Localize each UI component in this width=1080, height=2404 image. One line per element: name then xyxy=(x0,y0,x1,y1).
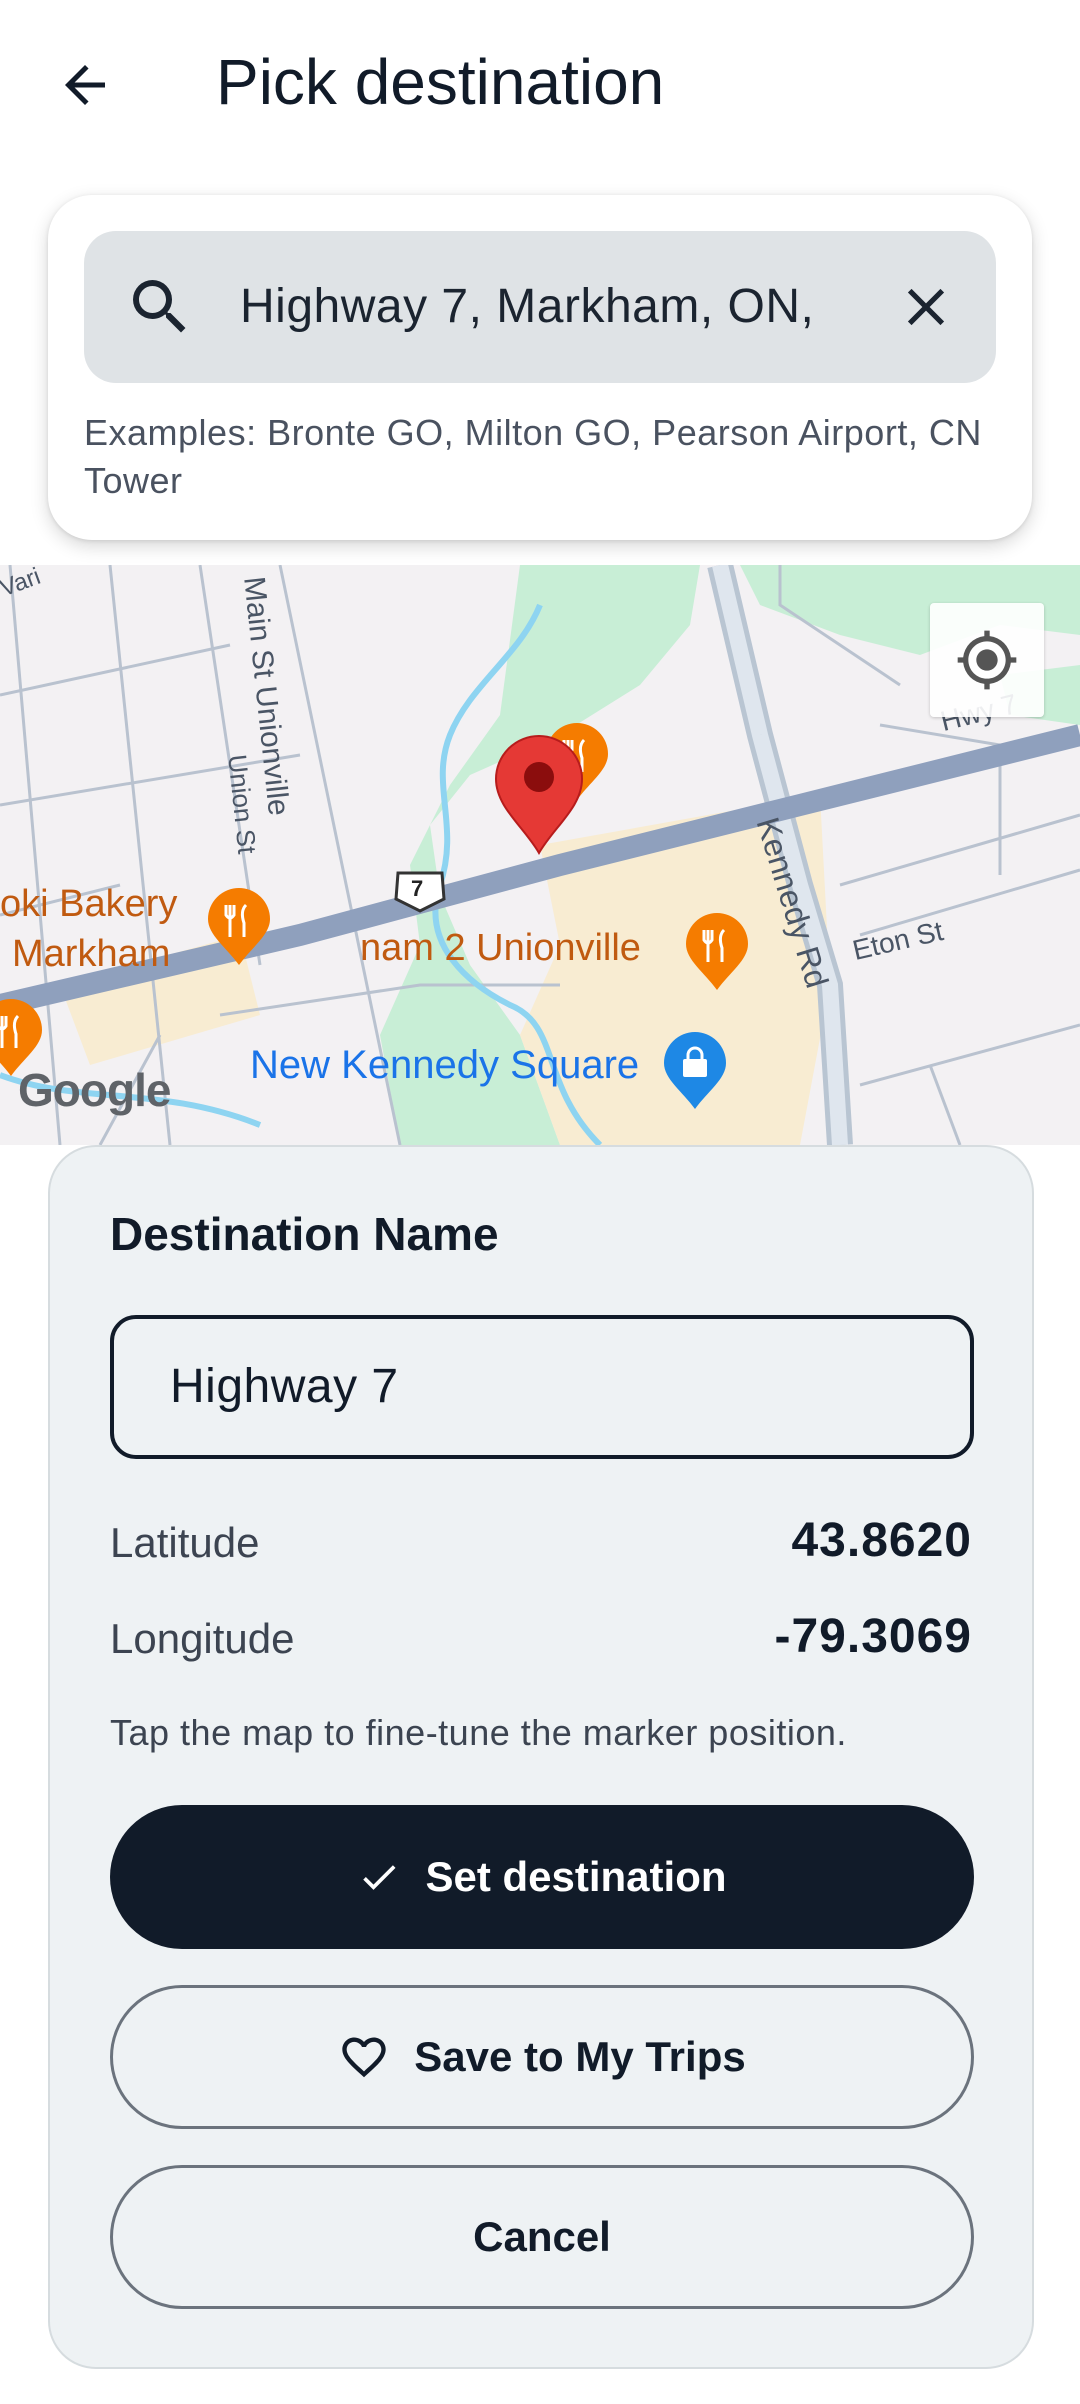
set-destination-button[interactable]: Set destination xyxy=(110,1805,974,1949)
latitude-value: 43.8620 xyxy=(791,1514,972,1567)
arrow-back-icon xyxy=(65,65,105,105)
cancel-label: Cancel xyxy=(473,2213,611,2260)
map-pin-icon[interactable] xyxy=(494,735,584,855)
marker-hint: Tap the map to fine-tune the marker posi… xyxy=(110,1712,847,1753)
search-icon xyxy=(133,280,186,333)
page-title: Pick destination xyxy=(216,46,665,118)
my-location-icon xyxy=(957,630,1017,690)
shopping-label: New Kennedy Square xyxy=(250,1043,640,1087)
heart-icon xyxy=(338,2031,390,2083)
bakery-label: oki Bakery xyxy=(0,883,178,925)
restaurant-label: nam 2 Unionville xyxy=(360,927,641,969)
cancel-button[interactable]: Cancel xyxy=(110,2165,974,2309)
destination-name-heading: Destination Name xyxy=(110,1208,499,1260)
check-icon xyxy=(357,1855,401,1899)
search-value[interactable]: Highway 7, Markham, ON, xyxy=(240,231,900,383)
app-bar: Pick destination xyxy=(0,0,1080,170)
destination-name-input[interactable]: Highway 7 xyxy=(110,1315,974,1459)
longitude-value: -79.3069 xyxy=(774,1610,972,1663)
restaurant-icon[interactable] xyxy=(684,912,750,992)
restaurant-icon[interactable] xyxy=(0,998,44,1078)
search-card: Highway 7, Markham, ON, Examples: Bronte… xyxy=(48,195,1032,540)
shopping-bag-icon[interactable] xyxy=(662,1031,728,1111)
clear-search-button[interactable] xyxy=(884,265,968,349)
my-location-button[interactable] xyxy=(930,603,1044,717)
route-shield-label: 7 xyxy=(411,876,424,901)
destination-details-panel: Destination Name Highway 7 Latitude 43.8… xyxy=(48,1145,1034,2369)
search-input[interactable]: Highway 7, Markham, ON, xyxy=(84,231,996,383)
close-icon xyxy=(907,288,945,326)
longitude-label: Longitude xyxy=(110,1615,295,1662)
restaurant-icon[interactable] xyxy=(206,887,272,967)
back-button[interactable] xyxy=(40,40,130,130)
map-view[interactable]: Main St Unionville Union St Kennedy Rd E… xyxy=(0,565,1080,1145)
search-examples: Examples: Bronte GO, Milton GO, Pearson … xyxy=(84,412,982,501)
set-destination-label: Set destination xyxy=(425,1853,727,1900)
latitude-label: Latitude xyxy=(110,1519,260,1566)
destination-name-value[interactable]: Highway 7 xyxy=(170,1319,399,1455)
bakery-city-label: Markham xyxy=(12,933,171,975)
save-to-trips-label: Save to My Trips xyxy=(414,2033,746,2080)
save-to-trips-button[interactable]: Save to My Trips xyxy=(110,1985,974,2129)
